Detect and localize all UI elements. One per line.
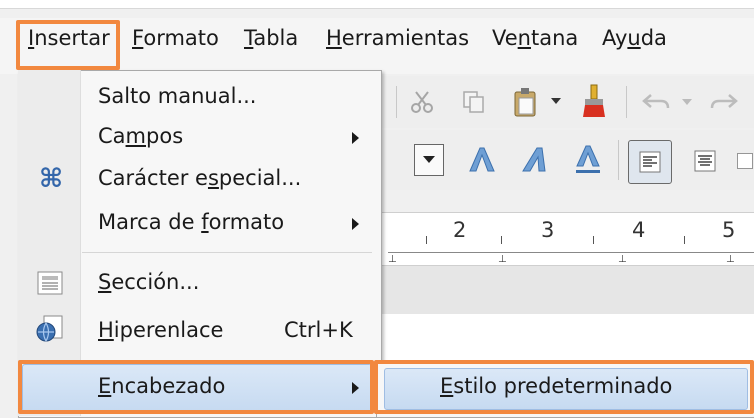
chevron-down-icon [414,144,444,176]
ruler-tab-marker: ⊥ [498,254,507,265]
undo-icon[interactable] [636,84,676,120]
ruler-number: 2 [453,218,467,242]
menu-item-hiperenlace[interactable]: Hiperenlace [98,318,223,342]
paste-icon[interactable] [506,82,546,122]
menu-item-salto-manual[interactable]: Salto manual... [98,84,256,108]
clone-formatting-brush-icon[interactable] [574,80,614,122]
ruler-number: 3 [541,218,555,242]
menu-tabla[interactable]: Tabla [244,26,298,50]
menu-item-caracter-especial[interactable]: Carácter especial... [98,166,301,190]
ruler-number: 5 [722,218,736,242]
menu-item-campos[interactable]: Campos [98,124,183,148]
highlight-box-estilo-predeterminado [374,360,754,414]
submenu-arrow-icon [352,218,359,230]
ruler-tab-marker: ⊥ [618,254,627,265]
bold-font-effect-icon[interactable] [462,140,502,180]
highlight-box-encabezado [18,360,374,414]
menu-item-marca-de-formato[interactable]: Marca de formato [98,210,284,234]
cut-icon[interactable] [404,84,440,120]
menu-ayuda[interactable]: Ayuda [602,26,667,50]
menu-divider [82,252,372,253]
redo-icon[interactable] [704,84,744,120]
toolbar-separator [618,140,619,180]
document-background [380,266,754,314]
font-size-dropdown[interactable] [380,140,444,180]
copy-icon[interactable] [456,84,492,120]
hyperlink-shortcut: Ctrl+K [284,318,353,342]
align-right-icon[interactable] [736,140,754,182]
menu-ventana[interactable]: Ventana [492,26,578,50]
paste-dropdown-arrow-icon[interactable] [548,92,564,112]
section-icon [36,270,64,296]
menu-item-seccion[interactable]: Sección... [98,270,199,294]
undo-dropdown-icon[interactable] [680,94,694,110]
ruler-tick [426,236,427,244]
underline-font-effect-icon[interactable] [568,140,608,180]
ruler-number: 4 [632,218,646,242]
ruler-tick [593,236,594,244]
menu-herramientas[interactable]: Herramientas [326,26,469,50]
toolbar-separator [396,86,397,118]
align-center-icon[interactable] [684,140,726,182]
ruler-tick [501,236,502,244]
command-symbol-icon: ⌘ [38,164,64,194]
ruler-tick [684,236,685,244]
hyperlink-globe-icon [34,314,66,344]
italic-font-effect-icon[interactable] [516,140,556,180]
align-left-icon[interactable] [628,140,672,184]
window-top-edge [0,0,754,9]
ruler-tab-marker: ⊥ [388,254,397,265]
menu-formato[interactable]: Formato [132,26,219,50]
highlight-box-insertar [16,20,120,70]
horizontal-ruler[interactable] [380,212,754,266]
toolbar-separator [626,86,627,118]
ruler-tab-marker: ⊥ [726,254,735,265]
ruler-baseline [388,252,754,253]
submenu-arrow-icon [352,132,359,144]
